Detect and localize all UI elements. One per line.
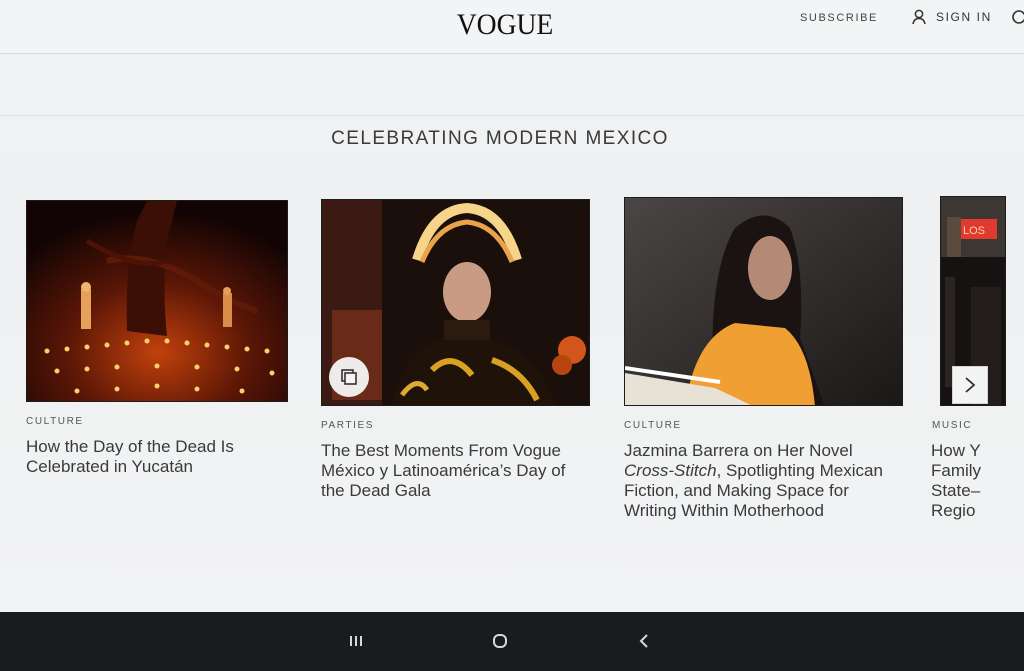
recent-apps-icon xyxy=(350,636,362,646)
story-category[interactable]: CULTURE xyxy=(624,420,903,431)
story-card[interactable]: PARTIES The Best Moments From Vogue Méxi… xyxy=(321,199,590,501)
user-icon xyxy=(912,9,926,25)
sign-in-button[interactable]: SIGN IN xyxy=(912,9,992,25)
story-card[interactable]: CULTURE How the Day of the Dead Is Celeb… xyxy=(26,200,288,477)
story-image-candles[interactable] xyxy=(26,200,288,402)
chevron-right-icon xyxy=(965,377,976,393)
story-headline[interactable]: How Y Family State– Regio xyxy=(931,441,1024,521)
neon-sign-text: LOS xyxy=(963,225,985,237)
story-image-gala[interactable] xyxy=(321,199,590,406)
book-title: Cross-Stitch xyxy=(624,461,717,480)
story-category[interactable]: MUSIC xyxy=(932,420,1024,431)
android-nav-bar xyxy=(0,612,1024,671)
story-headline[interactable]: How the Day of the Dead Is Celebrated in… xyxy=(26,437,288,477)
story-headline[interactable]: The Best Moments From Vogue México y Lat… xyxy=(321,441,590,501)
search-icon[interactable] xyxy=(1010,8,1024,30)
story-category[interactable]: CULTURE xyxy=(26,416,288,427)
home-button[interactable] xyxy=(480,626,520,656)
story-image-portrait[interactable] xyxy=(624,197,903,406)
story-headline[interactable]: Jazmina Barrera on Her Novel Cross-Stitc… xyxy=(624,441,903,521)
gallery-button[interactable] xyxy=(329,357,369,397)
story-card[interactable]: CULTURE Jazmina Barrera on Her Novel Cro… xyxy=(624,197,903,521)
header-subbar xyxy=(0,54,1024,116)
section-title: CELEBRATING MODERN MEXICO xyxy=(331,128,669,149)
headline-part: Jazmina Barrera on Her Novel xyxy=(624,441,853,460)
back-icon xyxy=(639,634,648,648)
carousel-next-button[interactable] xyxy=(952,366,988,404)
headline-line: State– xyxy=(931,481,981,500)
browser-viewport: VOGUE SUBSCRIBE SIGN IN CELEBRATING MODE… xyxy=(0,0,1024,612)
vogue-logo[interactable]: VOGUE xyxy=(445,8,565,42)
back-button[interactable] xyxy=(624,626,664,656)
gallery-icon xyxy=(341,369,357,385)
sign-in-label: SIGN IN xyxy=(936,10,992,24)
subscribe-button[interactable]: SUBSCRIBE xyxy=(800,12,878,24)
recent-apps-button[interactable] xyxy=(336,626,376,656)
headline-line: How Y xyxy=(931,441,981,460)
story-category[interactable]: PARTIES xyxy=(321,420,590,431)
story-card[interactable]: LOS MUSIC How Y Family State– Regio xyxy=(930,196,1024,521)
site-header: VOGUE SUBSCRIBE SIGN IN xyxy=(0,0,1024,54)
headline-line: Family xyxy=(931,461,982,480)
headline-line: Regio xyxy=(931,501,976,520)
home-icon xyxy=(493,634,507,648)
